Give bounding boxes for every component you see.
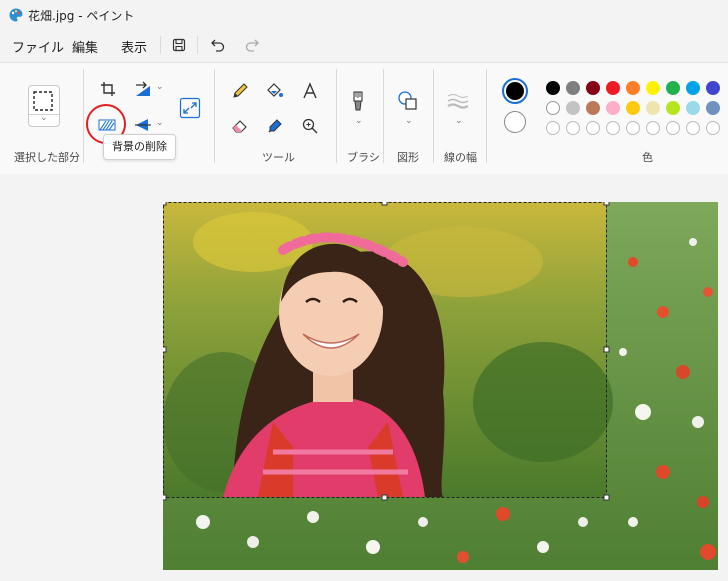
ribbon-divider [433,69,434,163]
brush-chevron-icon[interactable]: ⌄ [355,116,363,126]
color-swatch[interactable] [546,81,560,95]
ribbon-divider [83,69,84,163]
paint-app-icon [9,8,23,22]
custom-color-slot[interactable] [666,121,680,135]
primary-color-swatch [506,82,524,100]
menu-bar: ファイル 編集 表示 [0,30,728,60]
custom-color-slot[interactable] [546,121,560,135]
custom-color-slot[interactable] [686,121,700,135]
rotate-button[interactable] [131,77,155,101]
line-width-button[interactable] [446,89,470,113]
menu-edit[interactable]: 編集 [72,37,98,56]
canvas-image[interactable] [163,202,718,570]
brush-group-label: ブラシ [347,151,380,164]
selected-region-image [163,202,613,497]
color-swatch[interactable] [646,81,660,95]
flip-chevron-icon[interactable]: ⌄ [156,118,164,128]
primary-color-button[interactable] [502,78,528,104]
color-swatch[interactable] [586,101,600,115]
undo-button[interactable] [207,35,229,55]
ribbon-divider [214,69,215,163]
color-swatch[interactable] [546,101,560,115]
line-width-icon [447,94,469,109]
redo-icon [245,39,259,52]
shapes-button[interactable] [396,89,420,113]
color-swatch[interactable] [566,81,580,95]
resize-icon [179,97,201,119]
brush-button[interactable] [346,89,370,113]
tools-group-label: ツール [262,151,295,164]
resize-button[interactable] [178,96,202,120]
eraser-button[interactable] [228,114,252,138]
custom-color-slot[interactable] [646,121,660,135]
shapes-group-label: 図形 [397,151,419,164]
menu-divider [160,36,161,54]
line-width-chevron-icon[interactable]: ⌄ [455,116,463,126]
color-swatch[interactable] [666,101,680,115]
eraser-icon [232,120,247,133]
color-swatch[interactable] [606,81,620,95]
color-swatch[interactable] [626,101,640,115]
custom-color-slot[interactable] [586,121,600,135]
secondary-color-button[interactable] [504,111,526,133]
line-width-group-label: 線の幅 [444,151,477,164]
custom-color-slot[interactable] [606,121,620,135]
chevron-down-icon: ⌄ [40,113,48,123]
shapes-chevron-icon[interactable]: ⌄ [405,116,413,126]
color-swatch[interactable] [706,81,720,95]
menu-file[interactable]: ファイル [12,37,64,56]
color-swatch[interactable] [686,81,700,95]
window-title: 花畑.jpg - ペイント [28,9,135,23]
color-picker-icon [268,119,282,133]
shapes-icon [398,91,417,110]
save-button[interactable] [168,35,190,55]
rotate-chevron-icon[interactable]: ⌄ [156,82,164,92]
custom-color-slot[interactable] [626,121,640,135]
selection-group-label: 選択した部分 [14,151,80,164]
color-swatch[interactable] [606,101,620,115]
undo-icon [211,39,225,52]
pencil-button[interactable] [228,79,252,103]
color-swatch[interactable] [686,101,700,115]
color-swatch[interactable] [566,101,580,115]
color-swatch[interactable] [706,101,720,115]
save-icon [172,38,186,52]
title-bar: 花畑.jpg - ペイント [0,0,728,30]
text-button[interactable] [298,79,322,103]
toolbar-divider [197,36,198,54]
brush-icon [353,91,363,111]
custom-color-slot[interactable] [566,121,580,135]
rotate-icon [136,81,150,96]
fill-button[interactable] [263,79,287,103]
redo-button[interactable] [241,35,263,55]
ribbon-divider [383,69,384,163]
ribbon-divider [486,69,487,163]
color-swatch[interactable] [646,101,660,115]
crop-button[interactable] [96,77,120,101]
magnifier-button[interactable] [298,114,322,138]
crop-icon [101,82,115,96]
flip-icon [135,119,151,131]
color-swatch[interactable] [586,81,600,95]
magnifier-icon [302,118,318,134]
select-button[interactable]: ⌄ [28,85,60,127]
colors-group-label: 色 [642,151,653,164]
color-swatch[interactable] [666,81,680,95]
text-icon [303,82,317,99]
fill-icon [267,83,283,97]
pencil-icon [233,83,248,98]
color-picker-button[interactable] [263,114,287,138]
color-swatch[interactable] [626,81,640,95]
ribbon-divider [336,69,337,163]
rectangle-select-icon [33,91,53,111]
custom-color-slot[interactable] [706,121,720,135]
tooltip-remove-background: 背景の削除 [103,134,176,160]
menu-view[interactable]: 表示 [121,37,147,56]
